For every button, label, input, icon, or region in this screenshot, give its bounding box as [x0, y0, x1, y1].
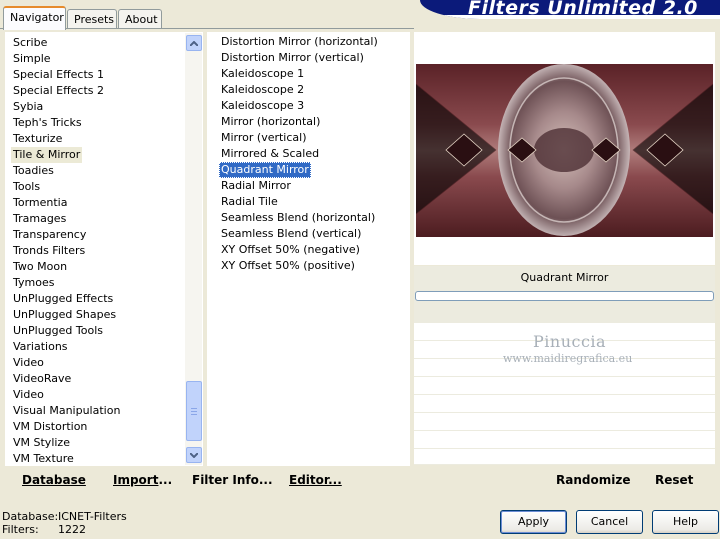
cancel-button[interactable]: Cancel [576, 510, 643, 534]
filters-count-label: Filters: [2, 523, 39, 536]
category-item[interactable]: Variations [11, 339, 70, 355]
filter-item[interactable]: Kaleidoscope 1 [219, 66, 306, 82]
filter-item[interactable]: Distortion Mirror (horizontal) [219, 34, 380, 50]
category-item[interactable]: UnPlugged Effects [11, 291, 115, 307]
chevron-up-icon [190, 40, 198, 46]
category-item[interactable]: Video [11, 355, 46, 371]
scroll-thumb[interactable] [186, 381, 202, 441]
filter-item[interactable]: Mirror (vertical) [219, 130, 309, 146]
database-status-value: ICNET-Filters [58, 510, 127, 523]
filter-list[interactable]: Distortion Mirror (horizontal) Distortion… [207, 32, 410, 466]
category-item[interactable]: VM Stylize [11, 435, 72, 451]
database-status-label: Database: [2, 510, 59, 523]
category-item[interactable]: Toadies [11, 163, 56, 179]
watermark-url: www.maidiregrafica.eu [503, 352, 633, 365]
import-label: Import [113, 473, 159, 487]
category-item[interactable]: Tools [11, 179, 42, 195]
category-item[interactable]: Two Moon [11, 259, 69, 275]
category-item[interactable]: Tymoes [11, 275, 56, 291]
database-button[interactable]: Database [22, 471, 86, 489]
filter-info-button[interactable]: Filter Info... [192, 471, 273, 489]
category-list[interactable]: Scribe Simple Special Effects 1 Special Eff… [5, 32, 203, 466]
param-row [414, 395, 715, 413]
category-item[interactable]: Texturize [11, 131, 64, 147]
param-row [414, 413, 715, 431]
progress-bar [415, 291, 714, 301]
param-row [414, 377, 715, 395]
category-item[interactable]: UnPlugged Shapes [11, 307, 118, 323]
filter-item[interactable]: Distortion Mirror (vertical) [219, 50, 366, 66]
category-item[interactable]: Transparency [11, 227, 88, 243]
param-row [414, 431, 715, 449]
param-row [414, 449, 715, 465]
category-item[interactable]: Special Effects 1 [11, 67, 106, 83]
watermark-name: Pinuccia [533, 332, 607, 351]
category-item[interactable]: Simple [11, 51, 53, 67]
category-item[interactable]: Tormentia [11, 195, 69, 211]
filter-item[interactable]: XY Offset 50% (negative) [219, 242, 362, 258]
import-button[interactable]: Import... [113, 471, 172, 489]
filter-item[interactable]: Seamless Blend (horizontal) [219, 210, 377, 226]
tab-about[interactable]: About [118, 9, 162, 29]
import-ellipsis: ... [158, 473, 173, 487]
category-item[interactable]: Video [11, 387, 46, 403]
category-item[interactable]: VM Distortion [11, 419, 89, 435]
scroll-up-button[interactable] [186, 35, 202, 51]
category-item[interactable]: Scribe [11, 35, 49, 51]
scroll-down-button[interactable] [186, 447, 202, 463]
filter-item[interactable]: Quadrant Mirror [219, 162, 311, 178]
category-item[interactable]: Visual Manipulation [11, 403, 122, 419]
randomize-button[interactable]: Randomize [556, 471, 630, 489]
category-scrollbar[interactable] [185, 33, 202, 465]
title-banner: Filters Unlimited 2.0 [420, 0, 720, 19]
filter-item[interactable]: Kaleidoscope 2 [219, 82, 306, 98]
category-item[interactable]: Tramages [11, 211, 68, 227]
grip-icon [191, 407, 197, 415]
filter-item[interactable]: Seamless Blend (vertical) [219, 226, 363, 242]
category-item[interactable]: Special Effects 2 [11, 83, 106, 99]
filters-count-value: 1222 [58, 523, 86, 536]
category-item[interactable]: VideoRave [11, 371, 73, 387]
filter-item[interactable]: Radial Mirror [219, 178, 293, 194]
filter-item[interactable]: Radial Tile [219, 194, 280, 210]
tab-presets[interactable]: Presets [67, 9, 117, 29]
filter-item[interactable]: XY Offset 50% (positive) [219, 258, 357, 274]
category-item[interactable]: UnPlugged Tools [11, 323, 105, 339]
reset-button[interactable]: Reset [655, 471, 693, 489]
filter-item[interactable]: Kaleidoscope 3 [219, 98, 306, 114]
preview-image [416, 64, 713, 237]
help-button[interactable]: Help [652, 510, 719, 534]
tab-navigator[interactable]: Navigator [3, 6, 66, 30]
editor-button[interactable]: Editor... [289, 471, 342, 489]
category-item[interactable]: Tile & Mirror [11, 147, 83, 163]
apply-button[interactable]: Apply [500, 510, 567, 534]
banner-underline [420, 15, 720, 19]
category-item[interactable]: VM Texture [11, 451, 76, 467]
category-item[interactable]: Sybia [11, 99, 45, 115]
filter-item[interactable]: Mirrored & Scaled [219, 146, 321, 162]
category-item[interactable]: Tronds Filters [11, 243, 87, 259]
chevron-down-icon [190, 452, 198, 458]
preview-filter-name: Quadrant Mirror [520, 271, 609, 284]
category-item[interactable]: Teph's Tricks [11, 115, 84, 131]
filter-item[interactable]: Mirror (horizontal) [219, 114, 322, 130]
